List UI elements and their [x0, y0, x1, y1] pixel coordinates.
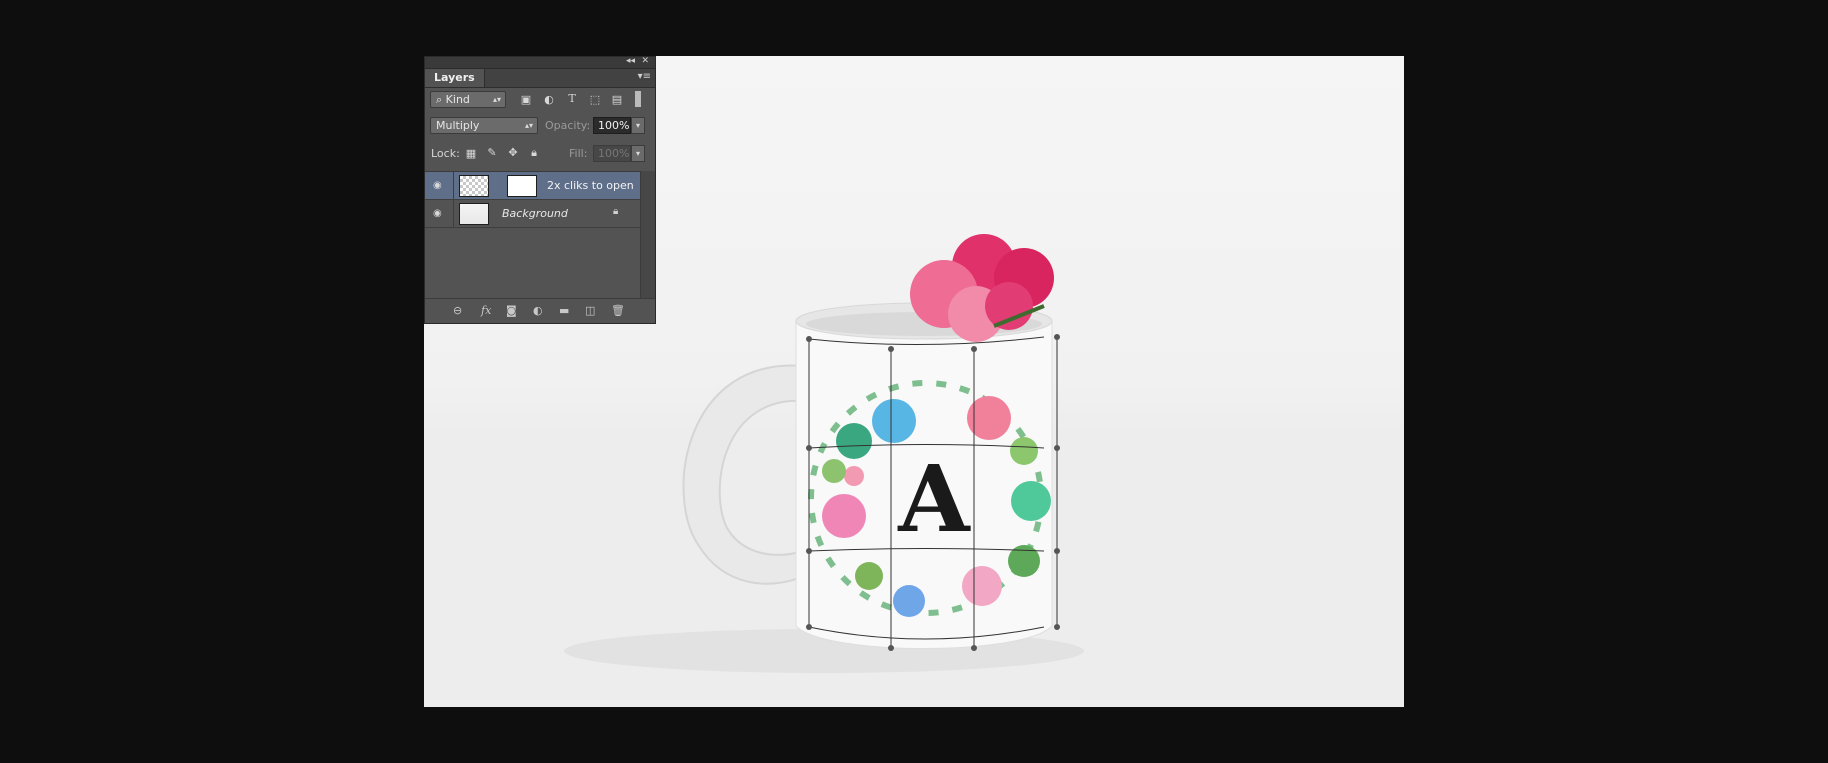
filter-kind-label: Kind — [445, 93, 470, 106]
lock-icon: 🔒︎ — [613, 206, 619, 217]
panel-tab-row: Layers ▾≡ — [425, 69, 655, 88]
updown-icon: ▴▾ — [492, 95, 501, 104]
layer-list-scrollbar[interactable] — [640, 171, 655, 298]
fill-input[interactable]: 100% — [593, 145, 631, 162]
opacity-dropdown-button[interactable]: ▾ — [631, 117, 645, 134]
chevron-down-icon: ▾ — [635, 121, 640, 130]
filter-kind-select[interactable]: ⌕ Kind ▴▾ — [430, 91, 506, 108]
photoshop-workspace: A ◂◂ ✕ Layers ▾≡ ⌕ Kind ▴▾ ▣ ◐ T ⬚ ▤ Mul… — [0, 0, 1828, 763]
eye-icon[interactable]: ◉ — [433, 208, 442, 219]
tab-layers[interactable]: Layers — [425, 69, 485, 87]
adjustment-filter-icon[interactable]: ◐ — [542, 93, 556, 106]
blend-mode-value: Multiply — [436, 119, 480, 132]
fx-icon[interactable]: fx — [481, 304, 491, 317]
adjustment-icon[interactable]: ◐ — [533, 304, 543, 317]
monogram-letter: A — [897, 445, 971, 553]
layer-thumbnail[interactable] — [459, 203, 489, 225]
chevron-down-icon: ▾ — [635, 149, 640, 158]
panel-title-bar[interactable]: ◂◂ ✕ — [425, 56, 655, 69]
layer-mask-thumbnail[interactable] — [507, 175, 537, 197]
opacity-label: Opacity: — [545, 119, 591, 132]
updown-icon: ▴▾ — [524, 121, 533, 130]
search-icon: ⌕ — [436, 93, 446, 106]
filter-toggle-icon[interactable] — [635, 91, 641, 107]
blend-row: Multiply ▴▾ Opacity: 100% ▾ — [425, 114, 655, 138]
layer-name[interactable]: Background — [502, 207, 568, 220]
lock-position-icon[interactable]: ✥ — [506, 146, 520, 159]
shape-filter-icon[interactable]: ⬚ — [588, 93, 602, 106]
layer-row-background[interactable]: ◉ Background 🔒︎ — [425, 200, 643, 228]
fill-label: Fill: — [569, 147, 588, 160]
layer-name[interactable]: 2x cliks to open — [547, 179, 634, 192]
layer-thumbnail[interactable] — [459, 175, 489, 197]
close-icon[interactable]: ✕ — [641, 56, 649, 66]
trash-icon[interactable]: 🗑︎ — [611, 304, 625, 317]
layer-row-smart-object[interactable]: ◉ 2x cliks to open — [425, 172, 643, 200]
blend-mode-select[interactable]: Multiply ▴▾ — [430, 117, 538, 134]
lock-all-icon[interactable]: 🔒︎ — [527, 146, 541, 160]
mask-icon[interactable]: ◙ — [506, 304, 517, 317]
lock-image-brush-icon[interactable]: ✎ — [485, 146, 499, 159]
fill-dropdown-button[interactable]: ▾ — [631, 145, 645, 162]
folder-icon[interactable]: ▬ — [559, 304, 569, 317]
layer-divider — [453, 172, 454, 199]
eye-icon[interactable]: ◉ — [433, 180, 442, 191]
lock-row: Lock: ▦ ✎ ✥ 🔒︎ Fill: 100% ▾ — [425, 142, 655, 166]
new-layer-icon[interactable]: ◫ — [585, 304, 595, 317]
panel-menu-icon[interactable]: ▾≡ — [638, 71, 651, 82]
pixel-filter-icon[interactable]: ▣ — [519, 93, 533, 106]
type-filter-icon[interactable]: T — [565, 92, 579, 105]
layer-list: ◉ 2x cliks to open ◉ Background 🔒︎ — [425, 171, 643, 299]
layer-divider — [453, 200, 454, 227]
opacity-input[interactable]: 100% — [593, 117, 631, 134]
link-icon[interactable]: ⊖ — [453, 304, 462, 317]
panel-bottom-toolbar: ⊖ fx ◙ ◐ ▬ ◫ 🗑︎ — [425, 298, 655, 323]
lock-transparent-icon[interactable]: ▦ — [464, 147, 478, 160]
layers-panel: ◂◂ ✕ Layers ▾≡ ⌕ Kind ▴▾ ▣ ◐ T ⬚ ▤ Multi… — [424, 56, 656, 324]
lock-label: Lock: — [431, 147, 460, 160]
filter-row: ⌕ Kind ▴▾ ▣ ◐ T ⬚ ▤ — [425, 88, 655, 112]
smart-object-filter-icon[interactable]: ▤ — [610, 93, 624, 106]
collapse-icon[interactable]: ◂◂ — [626, 56, 635, 66]
